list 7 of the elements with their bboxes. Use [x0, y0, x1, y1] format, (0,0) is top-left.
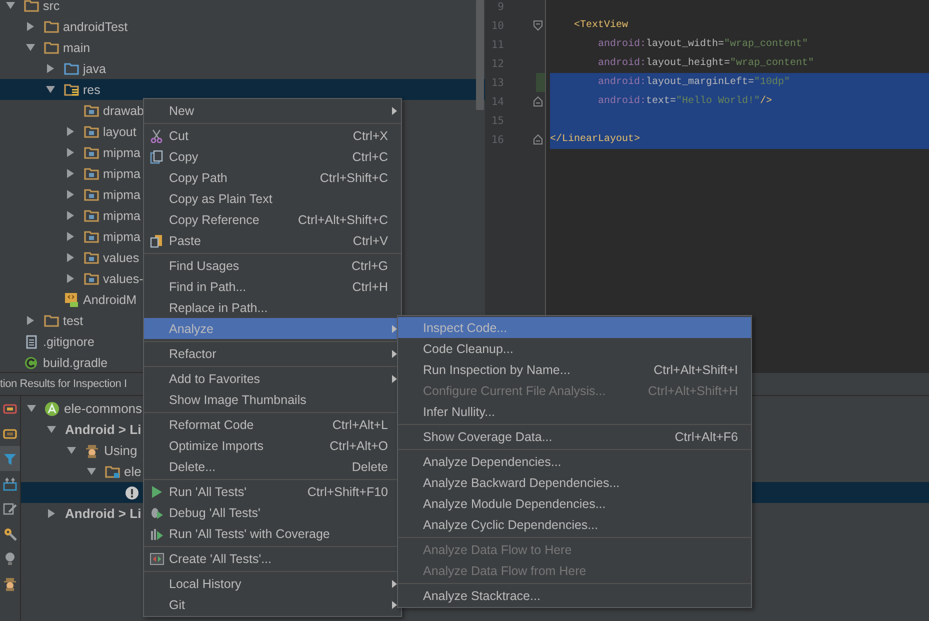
code-line: android:layout_width="wrap_content" [597, 39, 808, 50]
panel-title: tion Results for Inspection I [0, 378, 127, 390]
code-line: android:layout_marginLeft="10dp" [597, 77, 790, 88]
code-line: </LinearLayout> [550, 134, 640, 145]
code-line: <TextView [573, 20, 628, 31]
code-line: android:layout_height="wrap_content" [597, 58, 814, 69]
code-line: android:text="Hello World!"/> [597, 96, 772, 107]
